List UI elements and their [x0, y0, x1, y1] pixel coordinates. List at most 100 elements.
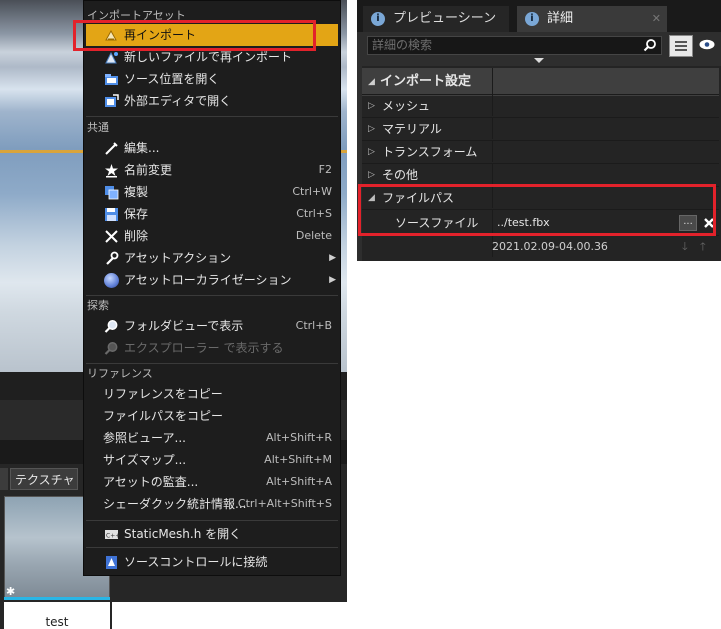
row-label: トランスフォーム [382, 145, 478, 159]
collapsed-triangle-icon: ▷ [368, 124, 375, 134]
column-divider [492, 164, 493, 185]
search-placeholder: 詳細の検索 [372, 38, 433, 52]
arrow-down-icon[interactable]: 🡓 [682, 236, 688, 258]
list-icon-line [675, 49, 687, 51]
menu-item-size-map[interactable]: サイズマップ... Alt+Shift+M [86, 449, 338, 471]
collapsed-triangle-icon: ▷ [368, 101, 375, 111]
menu-item-label: 参照ビューア... [103, 431, 186, 445]
menu-item-label: ソースコントロールに接続 [124, 555, 268, 569]
eye-icon[interactable] [699, 39, 715, 50]
info-icon: i [525, 12, 539, 26]
menu-item-shortcut: Ctrl+S [296, 207, 332, 220]
cpp-file-icon: C++ [105, 530, 119, 540]
asset-type-bar [4, 597, 110, 600]
menu-item-label: アセットローカライゼーション [124, 273, 292, 287]
close-tab-icon[interactable]: ✕ [652, 6, 661, 32]
menu-item-shader-cook-stats[interactable]: シェーダクック統計情報... Ctrl+Alt+Shift+S [86, 493, 338, 515]
tab-preview-scene-settings[interactable]: i プレビューシーン設 [363, 6, 509, 52]
menu-item-shortcut: Alt+Shift+M [264, 453, 332, 466]
menu-item-label: 複製 [124, 185, 149, 199]
menu-item-label: シェーダクック統計情報... [103, 497, 247, 511]
magnifier-icon [104, 320, 118, 333]
menu-item-label: 保存 [124, 207, 149, 221]
menu-item-label: アセットの監査... [103, 475, 199, 489]
column-divider [492, 95, 493, 116]
arrow-up-icon[interactable]: 🡑 [700, 236, 706, 258]
menu-item-copy-reference[interactable]: リファレンスをコピー [86, 383, 338, 405]
menu-item-duplicate[interactable]: 複製 Ctrl+W [86, 181, 338, 203]
row-misc[interactable]: ▷ その他 [362, 163, 719, 185]
column-divider [492, 68, 493, 96]
menu-item-copy-file-path[interactable]: ファイルパスをコピー [86, 405, 338, 427]
asset-context-menu: インポートアセット 再インポート 新しいファイルで再インポート ソース位置を開く… [83, 0, 341, 576]
view-options-button[interactable] [669, 35, 693, 57]
tab-label: 詳細 [547, 11, 574, 26]
menu-item-label: StaticMesh.h を開く [124, 527, 242, 541]
row-label: マテリアル [382, 122, 442, 136]
column-divider [492, 118, 493, 139]
row-transform[interactable]: ▷ トランスフォーム [362, 140, 719, 162]
menu-item-open-source-location[interactable]: ソース位置を開く [86, 68, 338, 90]
row-label: その他 [382, 168, 419, 182]
menu-item-label: フォルダビューで表示 [124, 319, 244, 333]
menu-separator [86, 547, 338, 548]
wrench-icon [106, 251, 119, 265]
menu-item-label: 削除 [124, 229, 149, 243]
menu-item-edit[interactable]: 編集... [86, 137, 338, 159]
list-icon-line [675, 41, 687, 43]
source-file-timestamp: 2021.02.09-04.00.36 [492, 240, 608, 253]
menu-item-shortcut: Ctrl+W [292, 185, 332, 198]
magnifier-disabled-icon [104, 342, 118, 355]
reimport-new-file-icon [105, 51, 118, 64]
section-common: 共通 [87, 121, 109, 134]
menu-item-rename[interactable]: 名前変更 F2 [86, 159, 338, 181]
menu-item-shortcut: Ctrl+B [295, 319, 332, 332]
row-material[interactable]: ▷ マテリアル [362, 117, 719, 139]
filter-tab-left[interactable] [0, 468, 8, 490]
menu-item-delete[interactable]: 削除 Delete [86, 225, 338, 247]
menu-item-label: ファイルパスをコピー [103, 409, 224, 423]
menu-item-show-in-folder-view[interactable]: フォルダビューで表示 Ctrl+B [86, 315, 338, 337]
collapsed-triangle-icon: ▷ [368, 147, 375, 157]
menu-item-shortcut: F2 [318, 163, 332, 176]
menu-item-show-in-explorer[interactable]: エクスプローラー で表示する [86, 337, 338, 359]
menu-item-label: 編集... [124, 141, 160, 155]
menu-item-asset-audit[interactable]: アセットの監査... Alt+Shift+A [86, 471, 338, 493]
menu-item-open-header[interactable]: C++ StaticMesh.h を開く [86, 523, 338, 545]
menu-item-save[interactable]: 保存 Ctrl+S [86, 203, 338, 225]
delete-x-icon [105, 230, 118, 243]
menu-item-shortcut: Alt+Shift+R [266, 431, 332, 444]
row-label: メッシュ [382, 99, 431, 113]
category-import-settings[interactable]: ◢ インポート設定 [362, 68, 719, 96]
asset-name-label[interactable]: test [4, 602, 110, 629]
menu-item-reference-viewer[interactable]: 参照ビューア... Alt+Shift+R [86, 427, 338, 449]
details-search-input[interactable]: 詳細の検索 [367, 36, 662, 55]
menu-separator [86, 116, 338, 117]
menu-item-shortcut: Ctrl+Alt+Shift+S [237, 497, 332, 510]
collapse-arrow-icon[interactable] [534, 58, 544, 63]
menu-item-label: ソース位置を開く [124, 72, 220, 86]
save-disk-icon [105, 208, 118, 221]
section-explore: 探索 [87, 299, 109, 312]
menu-item-open-external-editor[interactable]: 外部エディタで開く [86, 90, 338, 112]
search-icon[interactable] [643, 38, 657, 52]
menu-separator [86, 520, 338, 521]
menu-item-asset-localization[interactable]: アセットローカライゼーション ▶ [86, 269, 338, 291]
annotation-highlight-reimport [73, 20, 316, 51]
edit-pencil-icon [105, 142, 118, 155]
globe-icon [104, 273, 119, 288]
menu-item-label: エクスプローラー で表示する [124, 341, 284, 355]
menu-item-connect-source-control[interactable]: ソースコントロールに接続 [86, 551, 338, 573]
column-divider [492, 141, 493, 162]
texture-filter-tab[interactable]: テクスチャ [10, 468, 78, 490]
row-mesh[interactable]: ▷ メッシュ [362, 94, 719, 116]
folder-open-icon [105, 74, 118, 85]
white-gap [112, 602, 347, 629]
tab-details[interactable]: i 詳細 ✕ [517, 6, 667, 32]
menu-item-label: 外部エディタで開く [124, 94, 232, 108]
menu-separator [86, 295, 338, 296]
asset-gear-icon: ✱ [6, 585, 16, 598]
menu-item-asset-actions[interactable]: アセットアクション ▶ [86, 247, 338, 269]
menu-separator [86, 363, 338, 364]
annotation-highlight-file-path [358, 184, 716, 236]
